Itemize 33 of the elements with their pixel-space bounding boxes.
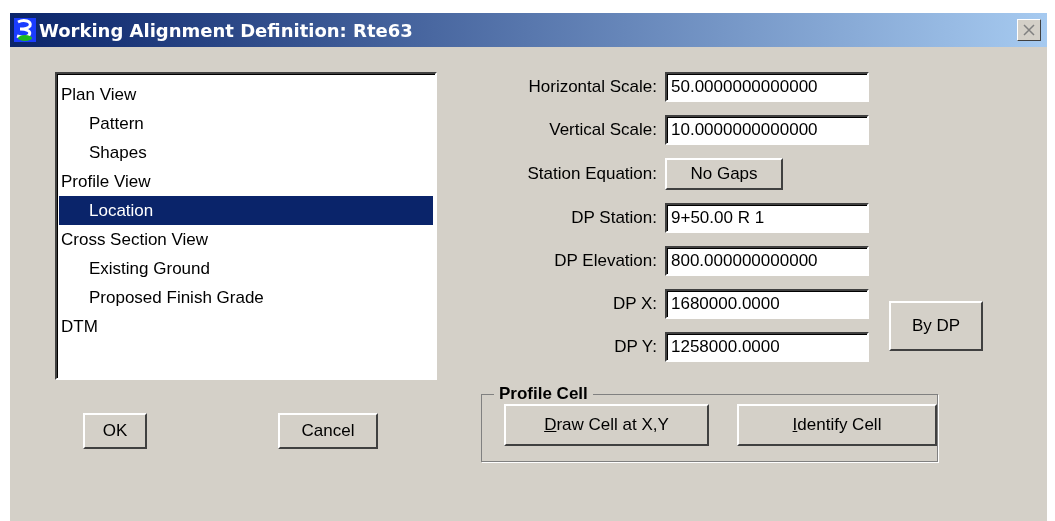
field-label: Vertical Scale: (548, 120, 657, 140)
input-field[interactable]: 1258000.0000 (665, 332, 869, 362)
list-item[interactable]: Shapes (59, 138, 433, 167)
group-title: Profile Cell (498, 384, 589, 404)
list-item[interactable]: Existing Ground (59, 254, 433, 283)
draw-cell-button[interactable]: Draw Cell at X,Y (504, 404, 709, 446)
input-field[interactable]: 1680000.0000 (665, 289, 869, 319)
input-field[interactable]: 9+50.00 R 1 (665, 203, 869, 233)
app-logo-icon (14, 18, 36, 42)
by-dp-button[interactable]: By DP (889, 300, 983, 351)
input-field[interactable]: 800.000000000000 (665, 246, 869, 276)
field-label: Horizontal Scale: (527, 77, 657, 97)
field-label: DP Elevation: (553, 251, 657, 271)
station-equation-button[interactable]: No Gaps (665, 158, 783, 190)
close-icon (1023, 24, 1035, 36)
close-button[interactable] (1017, 19, 1041, 41)
list-item[interactable]: Profile View (59, 167, 433, 196)
identify-cell-button[interactable]: Identify Cell (737, 404, 937, 446)
list-item[interactable]: Proposed Finish Grade (59, 283, 433, 312)
list-item[interactable]: Location (59, 196, 433, 225)
field-label: DP X: (611, 294, 657, 314)
cancel-button[interactable]: Cancel (278, 413, 378, 449)
field-label: Station Equation: (526, 164, 657, 184)
input-field[interactable]: 50.0000000000000 (665, 72, 869, 102)
list-item[interactable]: DTM (59, 312, 433, 341)
ok-button[interactable]: OK (83, 413, 147, 449)
field-label: DP Station: (570, 208, 657, 228)
list-item[interactable]: Plan View (59, 80, 433, 109)
window-title: Working Alignment Definition: Rte63 (39, 19, 414, 41)
list-item[interactable]: Pattern (59, 109, 433, 138)
input-field[interactable]: 10.0000000000000 (665, 115, 869, 145)
field-label: DP Y: (613, 337, 657, 357)
list-item[interactable]: Cross Section View (59, 225, 433, 254)
